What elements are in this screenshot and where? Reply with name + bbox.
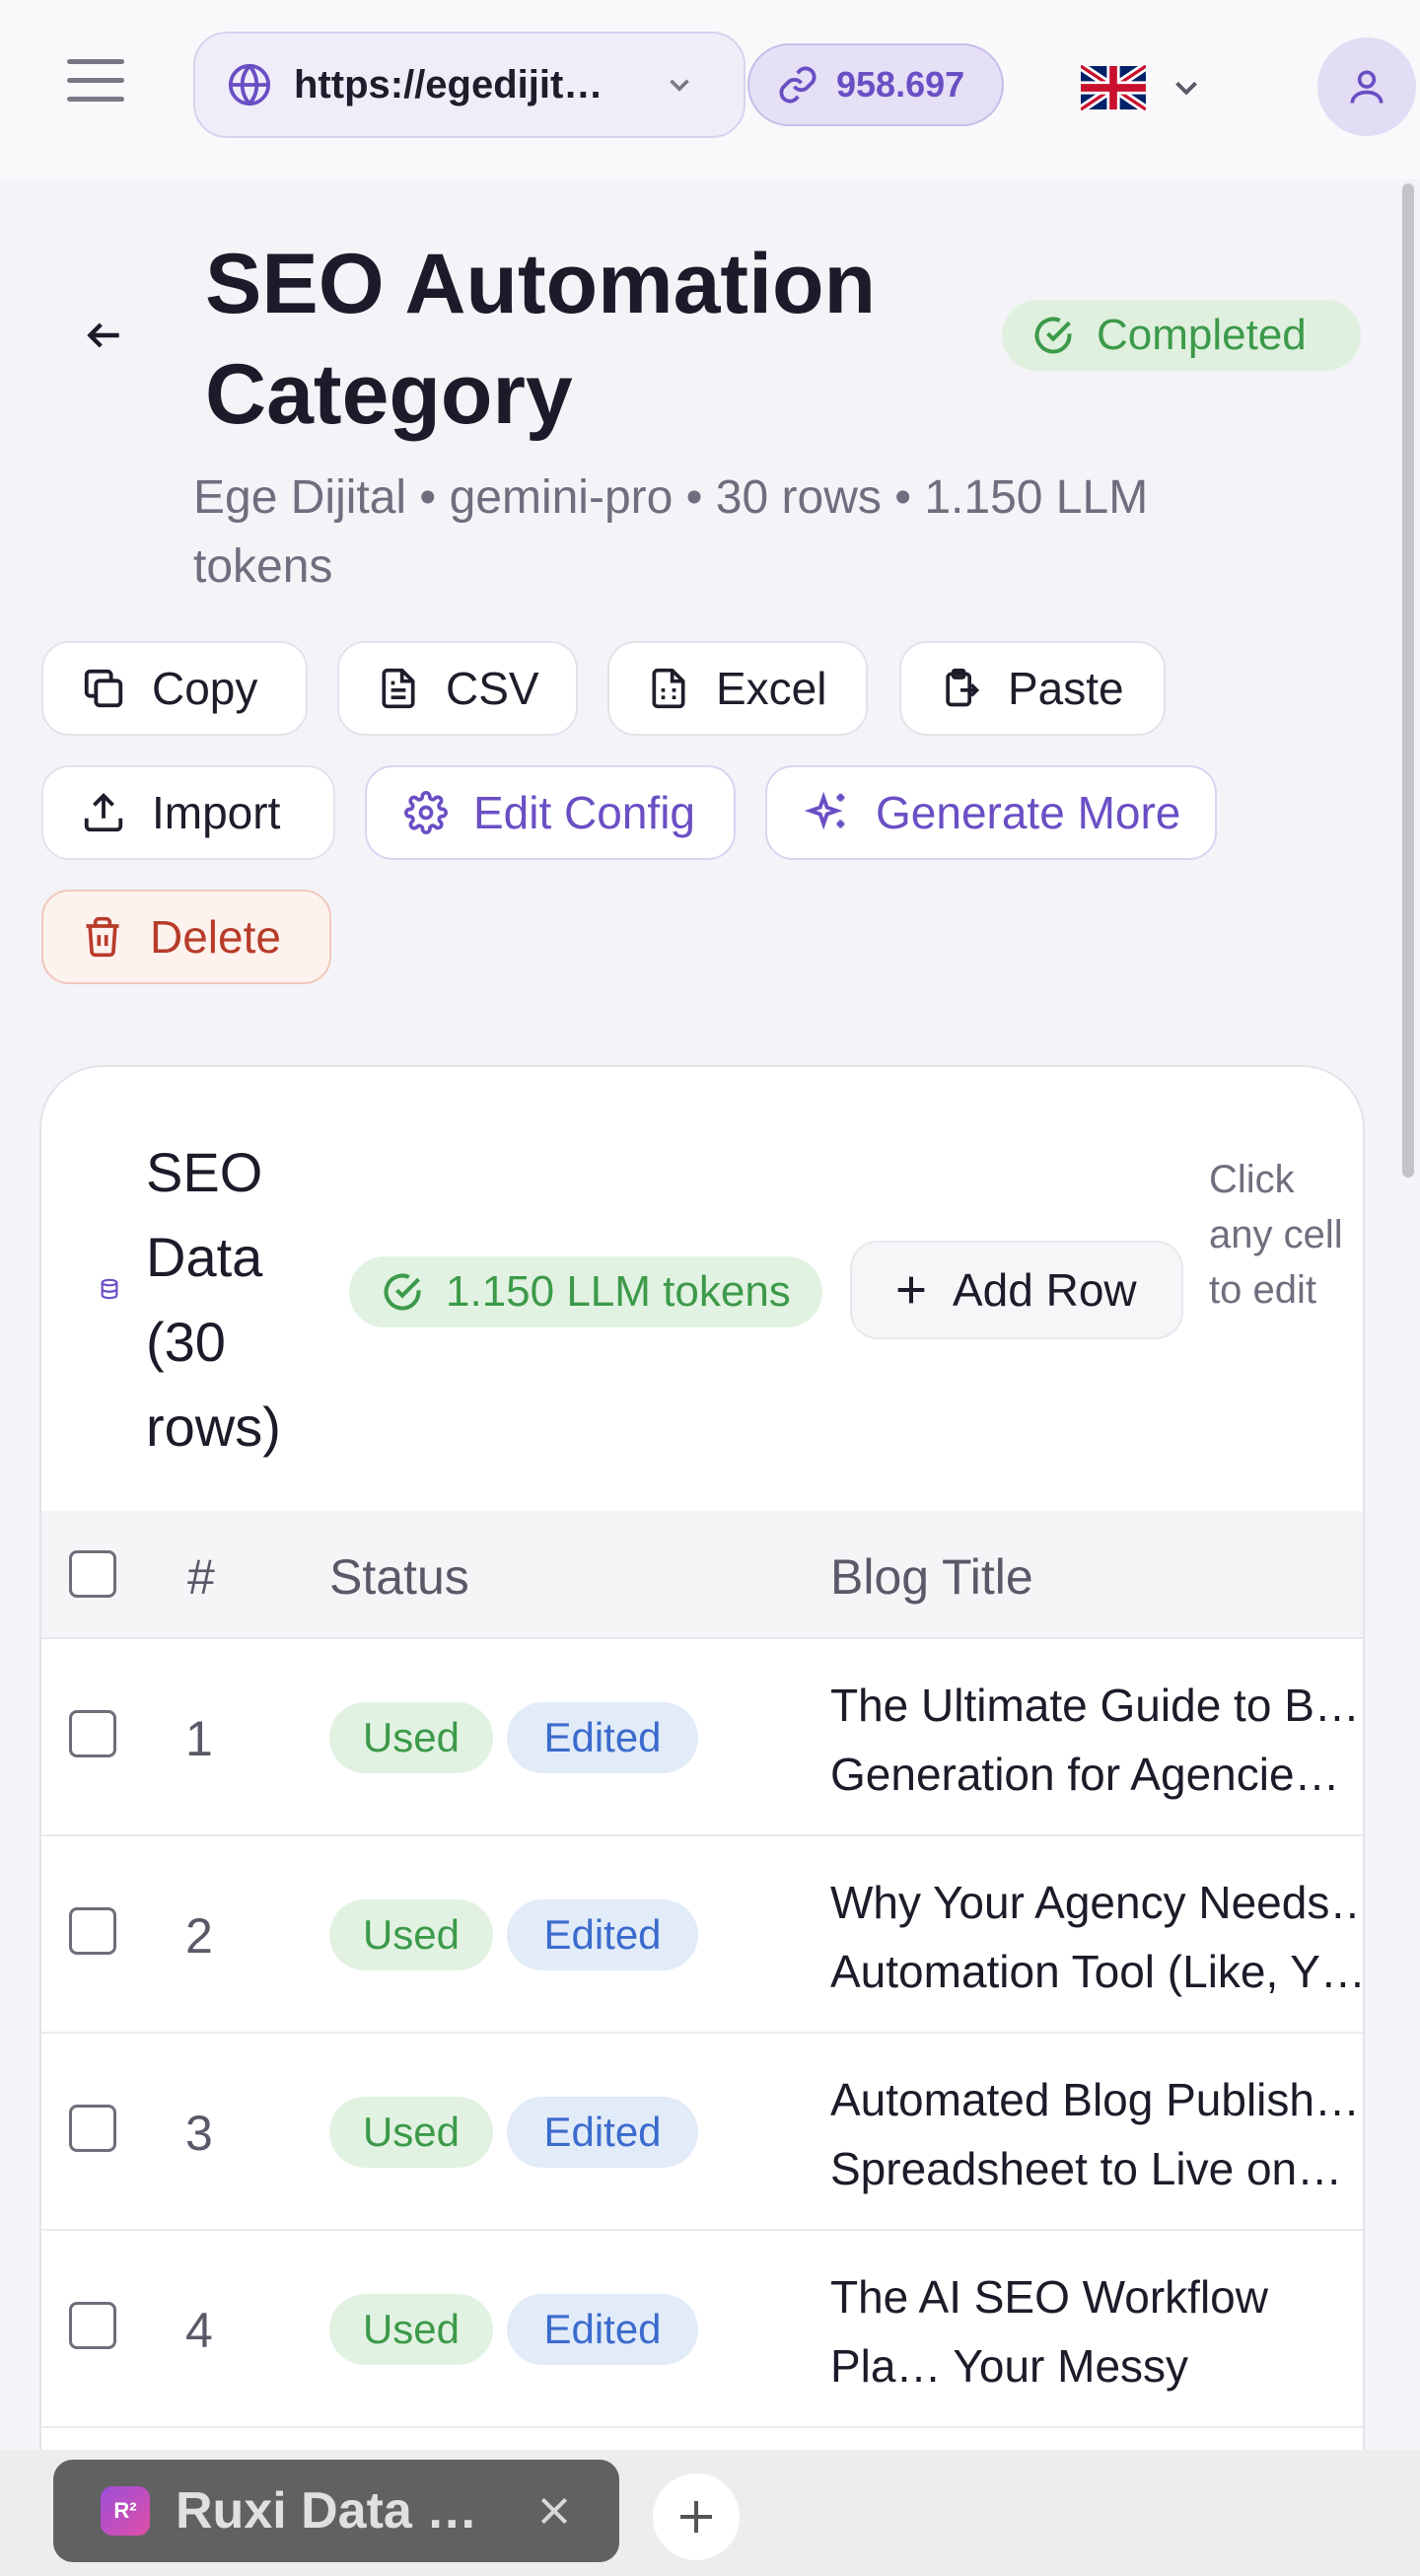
check-circle-icon (1034, 317, 1072, 354)
blog-title-cell[interactable]: The Ultimate Guide to B… Generation for … (830, 1671, 1363, 1809)
edited-badge: Edited (507, 1899, 698, 1970)
chevron-down-icon (670, 79, 689, 92)
blog-title-cell[interactable]: The AI SEO Workflow Pla… Your Messy Spre… (830, 2262, 1363, 2400)
link-count-badge[interactable]: 958.697 (747, 43, 1004, 126)
link-count: 958.697 (836, 64, 965, 105)
plus-icon (680, 2501, 712, 2533)
edit-config-label: Edit Config (473, 787, 696, 838)
paste-button[interactable]: Paste (899, 641, 1166, 736)
top-bar: https://egedijit… 958.697 (0, 0, 1420, 179)
add-row-label: Add Row (953, 1264, 1137, 1316)
clipboard-paste-icon (946, 668, 980, 707)
edited-badge: Edited (507, 2294, 698, 2365)
used-badge: Used (329, 1899, 493, 1970)
table-row[interactable]: 2 Used Edited Why Your Agency Needs… Aut… (41, 1836, 1363, 2034)
excel-label: Excel (716, 663, 827, 714)
generate-more-label: Generate More (876, 787, 1181, 838)
page-meta: Ege Dijital • gemini-pro • 30 rows • 1.1… (193, 471, 1149, 593)
app-logo-icon: R² (101, 2486, 150, 2536)
tokens-text: 1.150 LLM tokens (446, 1267, 791, 1316)
user-avatar-button[interactable] (1317, 37, 1416, 136)
gear-icon (404, 791, 448, 834)
column-header-number[interactable]: # (187, 1548, 215, 1606)
table-row[interactable]: 3 Used Edited Automated Blog Publish… Sp… (41, 2034, 1363, 2231)
copy-button[interactable]: Copy (41, 641, 308, 736)
copy-icon (84, 669, 123, 708)
blog-title-cell[interactable]: Automated Blog Publish… Spreadsheet to L… (830, 2065, 1363, 2203)
browser-tab[interactable]: R² Ruxi Data … (53, 2460, 619, 2562)
delete-label: Delete (150, 911, 281, 963)
row-checkbox[interactable] (69, 1907, 116, 1955)
upload-icon (84, 793, 123, 832)
row-number: 4 (185, 2303, 213, 2358)
used-badge: Used (329, 1702, 493, 1773)
trash-icon (86, 916, 119, 958)
add-row-button[interactable]: Add Row (850, 1241, 1183, 1339)
used-badge: Used (329, 2294, 493, 2365)
csv-button[interactable]: CSV (337, 641, 578, 736)
file-text-icon (382, 668, 415, 709)
column-header-status[interactable]: Status (329, 1548, 469, 1606)
back-arrow-icon[interactable] (83, 314, 126, 357)
url-selector[interactable]: https://egedijit… (193, 32, 746, 138)
menu-icon[interactable] (67, 59, 124, 110)
close-icon[interactable] (534, 2491, 574, 2531)
link-icon (779, 66, 816, 104)
data-card: SEO Data (30 rows) 1.150 LLM tokens Add … (39, 1065, 1365, 2505)
url-text: https://egedijit… (294, 62, 604, 107)
row-number: 2 (185, 1908, 213, 1964)
new-tab-button[interactable] (653, 2473, 740, 2560)
copy-label: Copy (152, 663, 258, 714)
csv-label: CSV (446, 663, 539, 714)
page-title: SEO Automation Category (205, 237, 877, 442)
delete-button[interactable]: Delete (41, 890, 331, 984)
tokens-badge: 1.150 LLM tokens (349, 1256, 822, 1327)
row-number: 3 (185, 2106, 213, 2161)
import-button[interactable]: Import (41, 765, 335, 860)
paste-label: Paste (1008, 663, 1124, 714)
plus-icon (897, 1276, 925, 1304)
edited-badge: Edited (507, 2097, 698, 2168)
browser-tab-bar: R² Ruxi Data … (0, 2450, 1420, 2576)
excel-button[interactable]: Excel (607, 641, 868, 736)
row-checkbox[interactable] (69, 1710, 116, 1757)
row-checkbox[interactable] (69, 2302, 116, 2349)
database-icon (101, 1278, 118, 1300)
column-header-blog-title[interactable]: Blog Title (830, 1548, 1033, 1606)
check-circle-icon (384, 1273, 421, 1311)
page-scrollbar[interactable] (1402, 183, 1414, 1178)
row-checkbox[interactable] (69, 2105, 116, 2152)
uk-flag-icon[interactable] (1081, 65, 1146, 110)
row-number: 1 (185, 1711, 213, 1766)
import-label: Import (152, 787, 281, 838)
card-title: SEO Data (30 rows) (146, 1141, 281, 1458)
language-chevron-icon[interactable] (1168, 69, 1205, 107)
table-header: # Status Blog Title (41, 1511, 1363, 1639)
globe-icon (228, 63, 271, 107)
spreadsheet-icon (652, 668, 685, 709)
used-badge: Used (329, 2097, 493, 2168)
sparkles-icon (805, 791, 845, 830)
edit-config-button[interactable]: Edit Config (365, 765, 736, 860)
select-all-checkbox[interactable] (69, 1550, 116, 1598)
table-row[interactable]: 1 Used Edited The Ultimate Guide to B… G… (41, 1639, 1363, 1836)
generate-more-button[interactable]: Generate More (765, 765, 1217, 860)
status-badge: Completed (1002, 300, 1361, 371)
user-icon (1350, 70, 1384, 104)
blog-title-cell[interactable]: Why Your Agency Needs… Automation Tool (… (830, 1868, 1363, 2006)
edit-hint: Click any cell to edit (1209, 1158, 1343, 1312)
status-text: Completed (1097, 311, 1307, 359)
table-row[interactable]: 4 Used Edited The AI SEO Workflow Pla… Y… (41, 2231, 1363, 2428)
tab-title: Ruxi Data … (176, 2482, 478, 2540)
edited-badge: Edited (507, 1702, 698, 1773)
